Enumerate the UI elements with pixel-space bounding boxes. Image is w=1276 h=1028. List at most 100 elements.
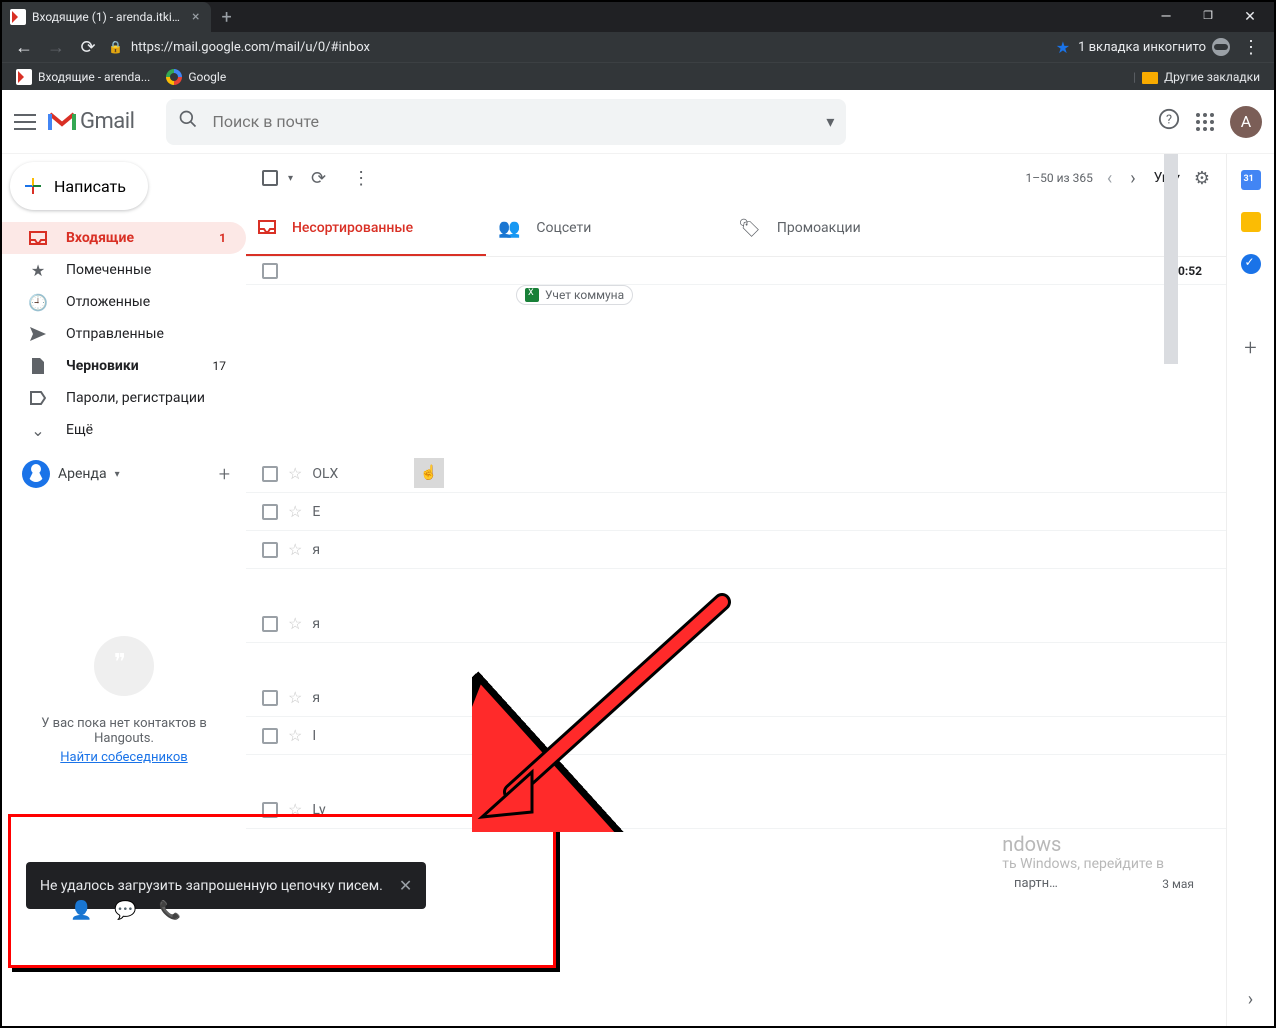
search-options-icon[interactable]: ▾ xyxy=(826,112,834,131)
compose-button[interactable]: Написать xyxy=(10,162,148,210)
attachment-chip[interactable]: Учет коммуна xyxy=(516,285,633,305)
row-checkbox[interactable] xyxy=(262,728,278,744)
hangouts-bubble-icon xyxy=(94,636,154,696)
sidebar-item-snoozed[interactable]: 🕘 Отложенные xyxy=(2,286,246,318)
tasks-addon-icon[interactable] xyxy=(1241,254,1261,274)
sidebar-label: Пароли, регистрации xyxy=(66,390,236,406)
sidebar-item-passwords[interactable]: Пароли, регистрации xyxy=(2,382,246,414)
calls-tab-icon[interactable]: 📞 xyxy=(159,900,181,921)
hangouts-tab-icon[interactable]: 💬 xyxy=(114,900,136,921)
tab-primary[interactable]: Несортированные xyxy=(246,202,486,256)
tab-promotions[interactable]: 🏷 Промоакции xyxy=(726,202,966,256)
row-checkbox[interactable] xyxy=(262,690,278,706)
mail-row[interactable]: ☆ Ly xyxy=(246,791,1226,829)
row-checkbox[interactable] xyxy=(262,263,278,279)
contacts-tab-icon[interactable]: 👤 xyxy=(70,900,92,921)
browser-menu-icon[interactable]: ⋮ xyxy=(1238,37,1264,58)
sidebar-label: Входящие xyxy=(66,230,201,246)
mail-row[interactable]: ☆ E xyxy=(246,493,1226,531)
hangouts-header[interactable]: Аренда ▾ + xyxy=(2,452,246,496)
window-close-icon[interactable]: ✕ xyxy=(1238,9,1262,25)
more-icon[interactable]: ⋮ xyxy=(344,168,378,189)
settings-gear-icon[interactable]: ⚙ xyxy=(1194,168,1210,189)
star-icon[interactable]: ☆ xyxy=(288,726,302,745)
select-all-checkbox[interactable] xyxy=(262,170,278,186)
incognito-icon xyxy=(1212,38,1230,56)
google-apps-icon[interactable] xyxy=(1196,113,1214,131)
bookmark-star-icon[interactable]: ★ xyxy=(1056,38,1070,57)
hangouts-find-link[interactable]: Найти собеседников xyxy=(18,750,230,765)
bookmark-google[interactable]: Google xyxy=(162,67,230,87)
label-icon xyxy=(28,391,48,405)
star-icon[interactable]: ☆ xyxy=(288,540,302,559)
plus-icon xyxy=(24,177,42,195)
chevron-down-icon[interactable]: ▾ xyxy=(115,469,120,480)
main-menu-icon[interactable] xyxy=(14,114,36,130)
toast-close-icon[interactable]: ✕ xyxy=(399,876,412,895)
chevron-down-icon: ⌄ xyxy=(28,421,48,440)
gmail-brand-text: Gmail xyxy=(80,109,134,134)
nav-reload-icon[interactable]: ⟳ xyxy=(76,37,100,58)
browser-tab[interactable]: Входящие (1) - arenda.itkit@gm... × xyxy=(2,2,211,32)
url-text: https://mail.google.com/mail/u/0/#inbox xyxy=(131,40,1048,55)
search-icon[interactable] xyxy=(178,109,198,134)
star-icon[interactable]: ☆ xyxy=(288,614,302,633)
sidebar-item-more[interactable]: ⌄ Ещё xyxy=(2,414,246,446)
nav-back-icon[interactable]: ← xyxy=(12,37,36,58)
window-minimize-icon[interactable]: — xyxy=(1154,9,1178,25)
folder-icon xyxy=(1142,72,1158,84)
bookmark-other[interactable]: | Другие закладки xyxy=(1129,68,1264,86)
nav-forward-icon[interactable]: → xyxy=(44,37,68,58)
tab-social[interactable]: 👥 Соцсети xyxy=(486,202,726,256)
lock-icon: 🔒 xyxy=(108,40,123,54)
page-next-icon[interactable]: › xyxy=(1126,168,1139,189)
add-contact-icon[interactable]: + xyxy=(219,462,236,486)
gmail-logo[interactable]: Gmail xyxy=(48,109,134,134)
star-icon[interactable]: ☆ xyxy=(288,800,302,819)
close-tab-icon[interactable]: × xyxy=(188,8,203,26)
sidebar-item-inbox[interactable]: Входящие 1 xyxy=(2,222,246,254)
mail-row[interactable]: ☆ я xyxy=(246,531,1226,569)
account-avatar[interactable]: A xyxy=(1230,106,1262,138)
keep-addon-icon[interactable] xyxy=(1241,212,1261,232)
hide-panel-icon[interactable]: › xyxy=(1248,989,1253,1010)
row-checkbox[interactable] xyxy=(262,616,278,632)
star-icon[interactable]: ☆ xyxy=(288,688,302,707)
new-tab-button[interactable]: + xyxy=(211,7,241,28)
scrollbar[interactable] xyxy=(1164,154,1178,364)
url-box[interactable]: 🔒 https://mail.google.com/mail/u/0/#inbo… xyxy=(108,38,1070,57)
hangouts-empty-text: У вас пока нет контактов в Hangouts. xyxy=(18,716,230,746)
sidebar-item-drafts[interactable]: Черновики 17 xyxy=(2,350,246,382)
hangouts-tabs: 👤 💬 📞 xyxy=(70,900,181,921)
mail-row[interactable]: ☆ I xyxy=(246,717,1226,755)
search-input[interactable] xyxy=(212,112,826,131)
bookmark-label: Входящие - arenda... xyxy=(38,70,150,84)
row-checkbox[interactable] xyxy=(262,504,278,520)
mail-row[interactable]: 10:52 xyxy=(246,257,1226,285)
help-icon[interactable]: ? xyxy=(1158,108,1180,135)
incognito-indicator: 1 вкладка инкогнито xyxy=(1078,38,1230,56)
sidebar-item-sent[interactable]: Отправленные xyxy=(2,318,246,350)
star-icon[interactable]: ☆ xyxy=(288,502,302,521)
calendar-addon-icon[interactable] xyxy=(1241,170,1261,190)
addon-sidebar: + › xyxy=(1226,154,1274,1026)
window-maximize-icon[interactable]: ❐ xyxy=(1196,9,1220,25)
refresh-icon[interactable]: ⟳ xyxy=(303,168,334,189)
star-icon[interactable]: ☆ xyxy=(288,464,302,483)
mail-row[interactable]: ☆ я xyxy=(246,679,1226,717)
row-checkbox[interactable] xyxy=(262,466,278,482)
row-checkbox[interactable] xyxy=(262,802,278,818)
mail-sender: E xyxy=(312,504,320,520)
mail-row[interactable]: ☆ я xyxy=(246,605,1226,643)
google-favicon-icon xyxy=(166,69,182,85)
search-box[interactable]: ▾ xyxy=(166,99,846,145)
get-addons-icon[interactable]: + xyxy=(1244,336,1256,361)
select-dropdown-icon[interactable]: ▾ xyxy=(288,173,293,184)
sidebar-count: 1 xyxy=(219,231,236,245)
bookmark-inbox[interactable]: Входящие - arenda... xyxy=(12,67,154,87)
tab-label: Соцсети xyxy=(536,220,591,236)
sidebar-item-starred[interactable]: ★ Помеченные xyxy=(2,254,246,286)
row-checkbox[interactable] xyxy=(262,542,278,558)
mail-row[interactable]: ☆ OLX xyxy=(246,455,1226,493)
page-prev-icon[interactable]: ‹ xyxy=(1103,168,1116,189)
